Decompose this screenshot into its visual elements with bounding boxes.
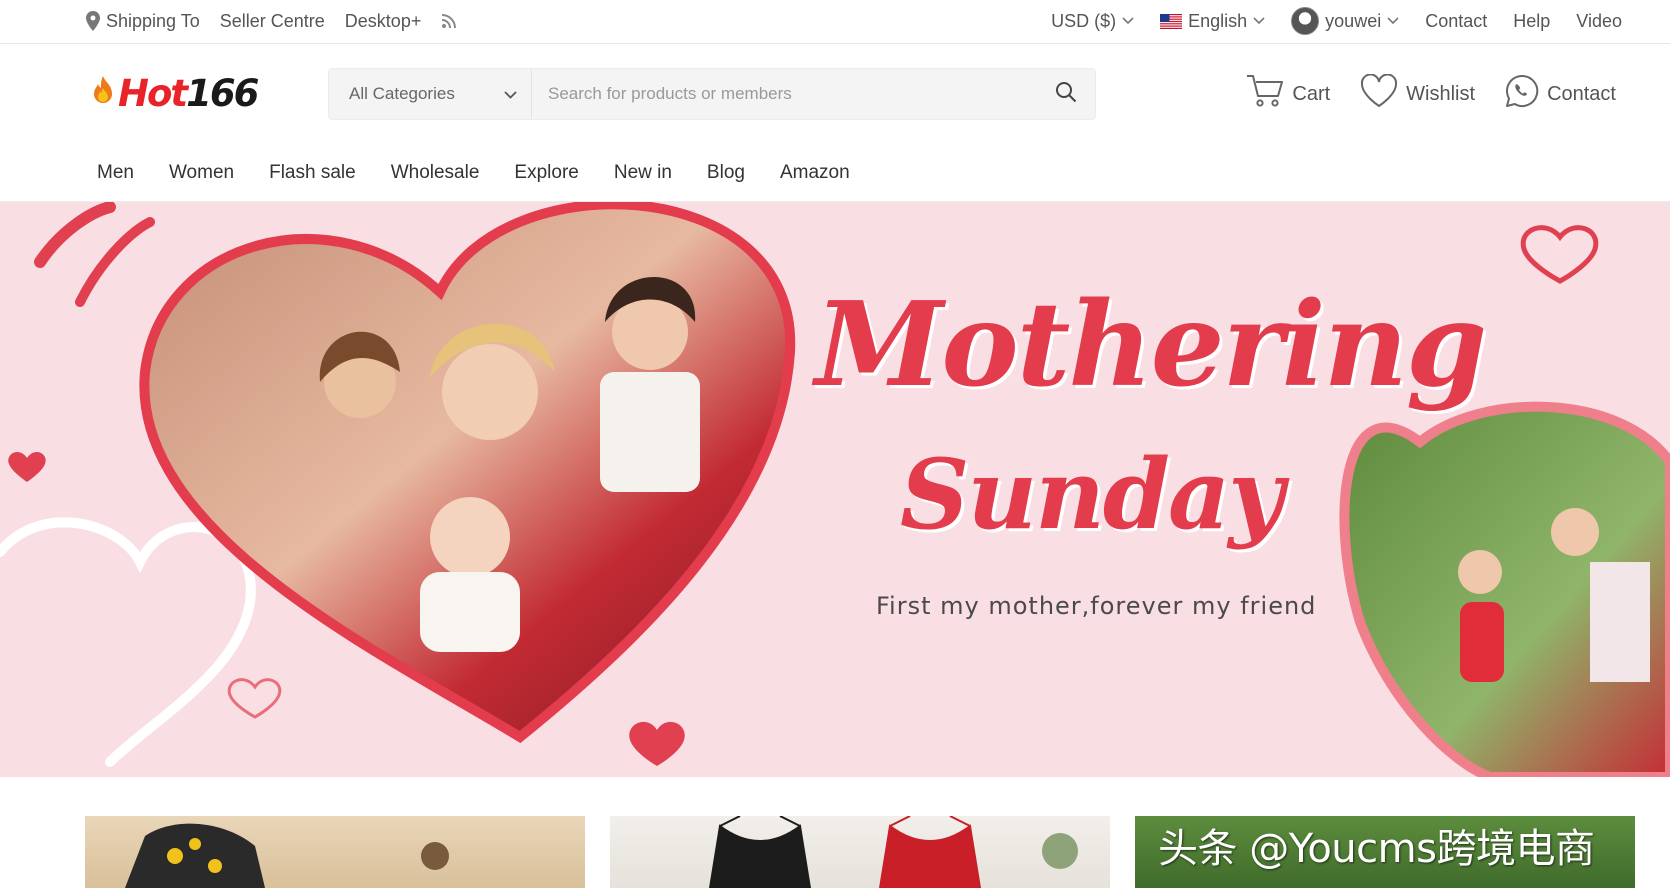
video-link[interactable]: Video: [1576, 11, 1622, 32]
rss-link[interactable]: [441, 13, 457, 29]
nav-list: Men Women Flash sale Wholesale Explore N…: [97, 146, 850, 200]
video-label: Video: [1576, 10, 1622, 31]
banner-subtitle: First my mother,forever my friend: [876, 592, 1317, 620]
banner-title-line1: Mothering: [815, 277, 1487, 413]
shipping-to-label: Shipping To: [106, 10, 200, 31]
chevron-down-icon: [1122, 17, 1134, 25]
top-contact-label: Contact: [1425, 10, 1488, 31]
brush-stroke: [34, 202, 116, 268]
banner-title-line2: Sunday: [900, 438, 1284, 551]
user-menu[interactable]: youwei: [1291, 7, 1399, 35]
us-flag-icon: [1160, 13, 1183, 29]
product-image: [708, 816, 1078, 888]
child-face: [1458, 550, 1502, 594]
woman-face: [1551, 508, 1599, 556]
avatar: [1291, 7, 1320, 35]
wishlist-label: Wishlist: [1406, 82, 1476, 105]
top-bar: Shipping To Seller Centre Desktop+ USD (…: [0, 0, 1670, 44]
nav-item-explore[interactable]: Explore: [514, 162, 578, 184]
search-bar: All Categories Search for products or me…: [328, 68, 1096, 120]
category-select[interactable]: All Categories: [329, 69, 532, 119]
brush-stroke: [75, 217, 155, 307]
currency-label: USD ($): [1051, 10, 1117, 31]
hero-banner[interactable]: Mothering Sunday First my mother,forever…: [0, 202, 1670, 777]
nav-item-new-in[interactable]: New in: [614, 162, 672, 184]
cart-label: Cart: [1292, 82, 1331, 105]
language-selector[interactable]: English: [1160, 11, 1265, 32]
seller-centre-label: Seller Centre: [219, 10, 325, 31]
chevron-down-icon: [1253, 17, 1265, 25]
main-nav: Men Women Flash sale Wholesale Explore N…: [0, 146, 1670, 202]
flame-icon: [88, 74, 118, 113]
header-actions: Cart Wishlist Contact: [1246, 73, 1616, 114]
girl-shirt: [600, 372, 700, 492]
rss-icon: [441, 13, 457, 29]
help-label: Help: [1513, 10, 1551, 31]
top-bar-left: Shipping To Seller Centre Desktop+: [86, 0, 457, 42]
top-contact-link[interactable]: Contact: [1425, 11, 1487, 32]
small-heart-icon: [8, 451, 46, 482]
outline-heart-top-right-icon: [1520, 225, 1599, 284]
outline-heart-icon: [227, 678, 282, 719]
mother-face: [442, 344, 538, 440]
header-contact-button[interactable]: Contact: [1505, 74, 1616, 114]
white-heart-outline: [0, 517, 256, 767]
search-input[interactable]: Search for products or members: [532, 69, 1037, 119]
search-button[interactable]: [1037, 69, 1095, 119]
site-logo[interactable]: Hot166: [88, 70, 259, 116]
logo-number: 166: [186, 71, 259, 115]
heart-icon: [1360, 73, 1398, 114]
cart-button[interactable]: Cart: [1246, 74, 1330, 114]
language-label: English: [1188, 10, 1248, 31]
currency-selector[interactable]: USD ($): [1051, 11, 1134, 32]
whatsapp-icon: [1505, 74, 1539, 114]
nav-item-women[interactable]: Women: [169, 162, 234, 184]
baby-face: [430, 497, 510, 577]
help-link[interactable]: Help: [1513, 11, 1550, 32]
username-label: youwei: [1325, 10, 1382, 31]
nav-item-blog[interactable]: Blog: [707, 162, 745, 184]
logo-hot: Hot: [118, 71, 188, 115]
seller-centre-link[interactable]: Seller Centre: [220, 11, 325, 32]
watermark-text: 头条 @Youcms跨境电商: [1158, 826, 1595, 872]
product-image: [125, 823, 449, 888]
product-tile[interactable]: [85, 816, 585, 888]
nav-item-wholesale[interactable]: Wholesale: [391, 162, 480, 184]
nav-item-flash-sale[interactable]: Flash sale: [269, 162, 356, 184]
woman-dress: [1590, 562, 1650, 682]
desktop-plus-label: Desktop+: [344, 10, 422, 31]
baby-shirt: [420, 572, 520, 652]
chevron-down-icon: [1387, 17, 1399, 25]
top-bar-right: USD ($) English youwei Contact Help Vide…: [1051, 0, 1622, 42]
category-label: All Categories: [349, 84, 455, 103]
cart-icon: [1246, 74, 1284, 114]
logo-wordmark: Hot166: [118, 71, 259, 115]
location-pin-icon: [86, 11, 100, 31]
chevron-down-icon: [504, 84, 517, 104]
desktop-plus-link[interactable]: Desktop+: [345, 11, 422, 32]
shipping-to-link[interactable]: Shipping To: [86, 11, 200, 32]
header-contact-label: Contact: [1547, 82, 1616, 105]
nav-item-men[interactable]: Men: [97, 162, 134, 184]
wishlist-button[interactable]: Wishlist: [1360, 73, 1476, 114]
red-balloon-letter: [1460, 602, 1504, 682]
search-icon: [1055, 81, 1077, 108]
main-header: Hot166 All Categories Search for product…: [0, 44, 1670, 146]
product-tile[interactable]: [610, 816, 1110, 888]
red-heart-icon: [629, 721, 685, 766]
nav-item-amazon[interactable]: Amazon: [780, 162, 850, 184]
